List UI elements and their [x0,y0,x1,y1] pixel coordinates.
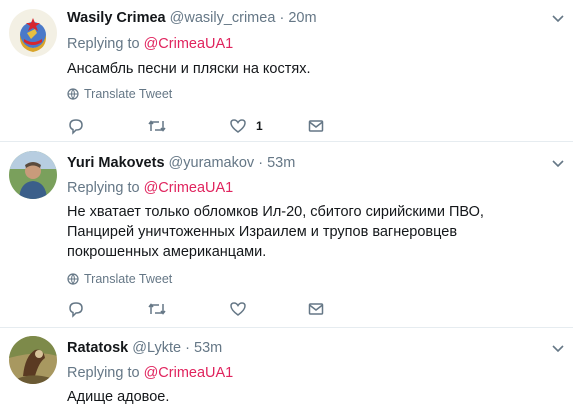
chevron-down-icon[interactable] [552,345,564,353]
globe-icon [67,88,79,100]
tweet-timeline: Wasily Crimea @wasily_crimea · 20m Reply… [0,0,573,412]
timestamp[interactable]: 20m [288,10,316,26]
heart-icon [230,119,246,133]
display-name[interactable]: Ratatosk [67,340,128,356]
user-handle[interactable]: @wasily_crimea [170,10,276,26]
mention-link[interactable]: @CrimeaUA1 [144,180,234,196]
tweet-actions: 1 [67,117,367,137]
direct-message-button[interactable] [307,300,325,318]
avatar[interactable] [9,151,57,199]
replying-prefix: Replying to [67,365,140,381]
timestamp[interactable]: 53m [267,155,295,171]
translate-tweet-link[interactable]: Translate Tweet [67,87,172,101]
reply-button[interactable] [67,300,85,318]
timestamp[interactable]: 53m [194,340,222,356]
separator-dot: · [185,340,190,356]
heart-icon [230,302,246,316]
retweet-icon [148,303,166,315]
tweet-2[interactable]: Yuri Makovets @yuramakov · 53m Replying … [0,142,573,322]
like-button[interactable] [229,300,247,318]
chevron-down-icon[interactable] [552,160,564,168]
tweet-text: Адище адовое. [67,389,170,405]
display-name[interactable]: Yuri Makovets [67,155,165,171]
tweet-1[interactable]: Wasily Crimea @wasily_crimea · 20m Reply… [0,0,573,140]
like-button[interactable]: 1 [229,117,263,135]
globe-icon [67,273,79,285]
tweet-header: Yuri Makovets @yuramakov · 53m [67,154,295,172]
avatar[interactable] [9,336,57,384]
user-handle[interactable]: @yuramakov [169,155,255,171]
profile-photo-icon [9,151,57,199]
tweet-header: Wasily Crimea @wasily_crimea · 20m [67,9,317,27]
user-handle[interactable]: @Lykte [132,340,181,356]
replying-to: Replying to @CrimeaUA1 [67,179,233,197]
like-count: 1 [256,119,263,133]
translate-label: Translate Tweet [84,87,173,101]
tweet-text: Ансамбль песни и пляски на костях. [67,61,311,77]
retweet-button[interactable] [147,117,167,135]
chevron-down-icon[interactable] [552,15,564,23]
separator-dot: · [258,155,264,171]
envelope-icon [308,303,324,315]
replying-to: Replying to @CrimeaUA1 [67,35,233,53]
replying-prefix: Replying to [67,180,140,196]
tweet-3[interactable]: Ratatosk @Lykte · 53m Replying to @Crime… [0,328,573,412]
retweet-button[interactable] [147,300,167,318]
retweet-icon [148,120,166,132]
reply-button[interactable] [67,117,85,135]
envelope-icon [308,120,324,132]
tweet-actions [67,300,367,320]
reply-icon [69,302,83,318]
reply-icon [69,119,83,135]
replying-prefix: Replying to [67,36,140,52]
profile-illustration-icon [9,336,57,384]
mention-link[interactable]: @CrimeaUA1 [144,365,234,381]
display-name[interactable]: Wasily Crimea [67,10,166,26]
avatar[interactable] [9,9,57,57]
tweet-header: Ratatosk @Lykte · 53m [67,339,222,357]
tweet-text: Не хватает только обломков Ил-20, сбитог… [67,204,484,260]
translate-label: Translate Tweet [84,272,173,286]
separator-dot: · [279,10,285,26]
direct-message-button[interactable] [307,117,325,135]
replying-to: Replying to @CrimeaUA1 [67,364,233,382]
translate-tweet-link[interactable]: Translate Tweet [67,272,172,286]
mention-link[interactable]: @CrimeaUA1 [144,36,234,52]
ussr-emblem-icon [9,9,57,57]
